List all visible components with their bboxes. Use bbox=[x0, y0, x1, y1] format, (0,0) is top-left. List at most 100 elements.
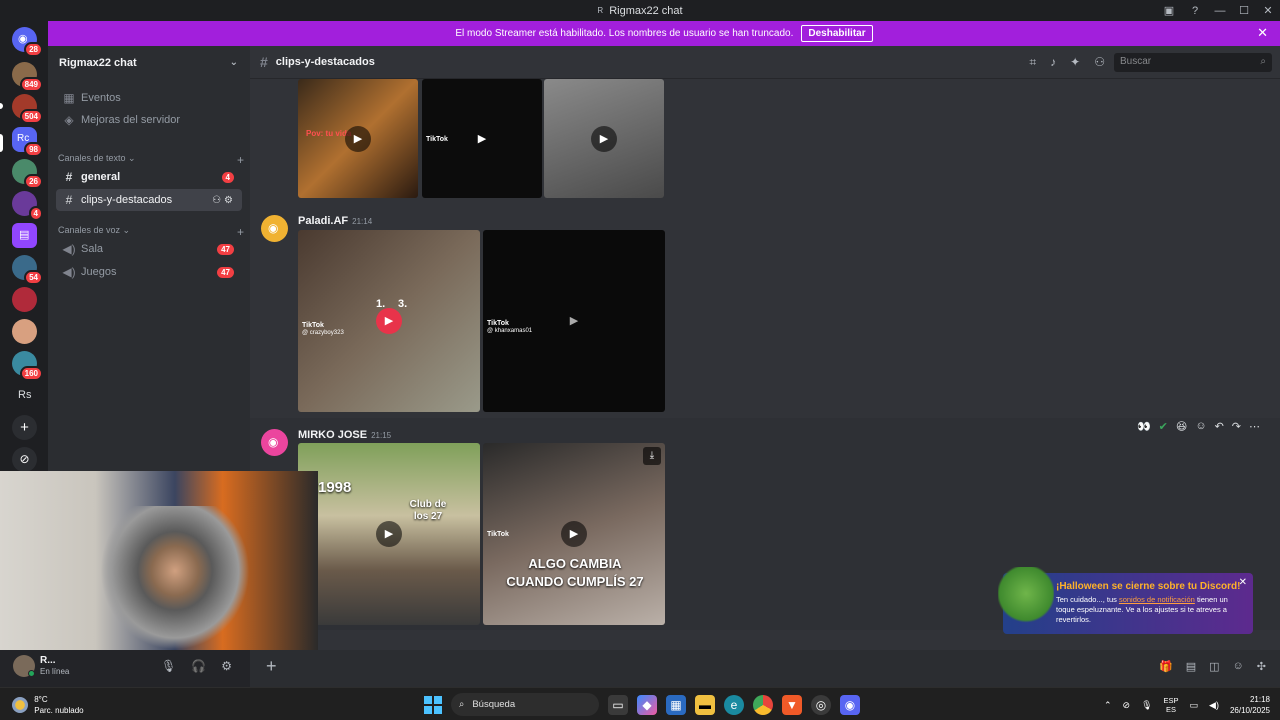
pin-icon[interactable]: ✦ bbox=[1070, 55, 1080, 70]
halloween-notification[interactable]: ¡Halloween se cierne sobre tu Discord! T… bbox=[998, 567, 1253, 634]
display-icon[interactable]: ▭ bbox=[1190, 700, 1199, 711]
network-off-icon[interactable]: ⊘ bbox=[1123, 700, 1131, 711]
server-icon[interactable]: 54 bbox=[12, 255, 43, 285]
message-author[interactable]: Paladi.AF 21:14 bbox=[298, 215, 372, 227]
gift-icon[interactable]: 🎁 bbox=[1159, 660, 1173, 673]
play-icon[interactable]: ▶ bbox=[345, 125, 371, 152]
author-name[interactable]: MIRKO JOSE bbox=[298, 429, 367, 441]
add-reaction-icon[interactable]: ☺ bbox=[1195, 420, 1206, 433]
server-icon[interactable] bbox=[12, 287, 37, 312]
server-rs[interactable]: Rs bbox=[12, 383, 37, 408]
file-explorer-icon[interactable]: ▬ bbox=[695, 694, 715, 715]
username[interactable]: R... bbox=[40, 655, 56, 666]
server-rc[interactable]: Rc 98 bbox=[12, 127, 43, 157]
disable-streamer-button[interactable]: Deshabilitar bbox=[801, 25, 873, 42]
tray-chevron-icon[interactable]: ⌃ bbox=[1104, 700, 1112, 711]
invite-and-settings-icons[interactable]: ⚇⚙ bbox=[212, 195, 236, 206]
author-name[interactable]: Paladi.AF bbox=[298, 215, 348, 227]
microphone-icon[interactable]: 🎙 bbox=[1141, 700, 1152, 711]
check-reaction-icon[interactable]: ✔ bbox=[1159, 420, 1168, 433]
download-icon[interactable]: ⤓ bbox=[643, 447, 661, 465]
play-icon[interactable]: ▶ bbox=[561, 521, 587, 547]
channel-clips-y-destacados[interactable]: # clips-y-destacados ⚇⚙ bbox=[56, 189, 242, 211]
video-embed[interactable]: TikTok ALGO CAMBIA CUANDO CUMPLÍS 27 ⤓ ▶ bbox=[483, 443, 665, 625]
mention-badge: 4 bbox=[28, 206, 43, 221]
edge-icon[interactable]: e bbox=[724, 694, 744, 715]
chrome-icon[interactable] bbox=[753, 694, 773, 715]
video-embed[interactable]: TikTok ▶ bbox=[422, 79, 542, 198]
play-icon[interactable]: ▶ bbox=[469, 126, 495, 152]
task-view-icon[interactable]: ▭ bbox=[608, 694, 628, 715]
text-category[interactable]: Canales de texto ⌄ + bbox=[58, 153, 244, 167]
server-icon[interactable]: 160 bbox=[12, 351, 43, 381]
add-channel-icon[interactable]: + bbox=[237, 153, 244, 167]
video-embed[interactable]: 1. 3. TikTok @ crazyboy323 ▶ bbox=[298, 230, 480, 412]
play-icon[interactable]: ▶ bbox=[561, 308, 587, 334]
toast-close-icon[interactable]: ✕ bbox=[1239, 577, 1247, 588]
voice-channel-sala[interactable]: ◀) Sala 47 bbox=[56, 238, 242, 260]
bell-icon[interactable]: ♪ bbox=[1050, 55, 1056, 70]
sticker-icon[interactable]: ◫ bbox=[1209, 660, 1219, 673]
events-item[interactable]: ▦ Eventos bbox=[56, 87, 242, 109]
weather-widget[interactable]: 8°C Parc. nublado bbox=[12, 694, 84, 716]
clock[interactable]: 21:18 26/10/2025 bbox=[1230, 694, 1270, 716]
twitch-server[interactable]: ▤ bbox=[12, 223, 37, 248]
server-icon[interactable]: 849 bbox=[12, 62, 43, 92]
reply-icon[interactable]: ↶ bbox=[1215, 420, 1224, 433]
app-icon[interactable]: ◎ bbox=[811, 694, 831, 715]
gif-icon[interactable]: ▤ bbox=[1186, 660, 1196, 673]
volume-icon[interactable]: ◀) bbox=[1209, 700, 1219, 711]
server-boost-item[interactable]: ◈ Mejoras del servidor bbox=[56, 109, 242, 131]
play-icon[interactable]: ▶ bbox=[376, 521, 402, 547]
banner-close-icon[interactable]: ✕ bbox=[1257, 25, 1268, 41]
server-icon[interactable]: 4 bbox=[12, 191, 43, 221]
attach-plus-icon[interactable]: + bbox=[266, 656, 277, 677]
maximize-button[interactable]: ☐ bbox=[1232, 4, 1256, 17]
server-icon[interactable]: 504 bbox=[12, 94, 43, 124]
brave-icon[interactable]: ▼ bbox=[782, 694, 802, 715]
video-embed[interactable]: ▶ bbox=[544, 79, 664, 198]
forward-icon[interactable]: ↷ bbox=[1232, 420, 1241, 433]
message-author[interactable]: MIRKO JOSE 21:15 bbox=[298, 429, 391, 441]
more-icon[interactable]: ⋯ bbox=[1249, 420, 1260, 433]
help-icon[interactable]: ? bbox=[1182, 5, 1208, 17]
server-icon[interactable]: 26 bbox=[12, 159, 43, 189]
explore-servers-button[interactable]: ⊘ bbox=[12, 447, 37, 472]
minimize-button[interactable]: — bbox=[1208, 5, 1232, 17]
search-input[interactable]: Buscar ⌕ bbox=[1114, 53, 1272, 72]
play-icon[interactable]: ▶ bbox=[376, 308, 402, 334]
copilot-icon[interactable]: ◆ bbox=[637, 694, 657, 715]
server-header[interactable]: Rigmax22 chat ⌄ bbox=[48, 46, 250, 79]
video-embed[interactable]: TikTok @ khanxamas01 ▶ bbox=[483, 230, 665, 412]
store-icon[interactable]: ▦ bbox=[666, 694, 686, 715]
channel-general[interactable]: # general 4 bbox=[56, 166, 242, 188]
close-window-button[interactable]: ✕ bbox=[1256, 4, 1280, 17]
video-embed[interactable]: 1998 Club de los 27 ▶ bbox=[298, 443, 480, 625]
microphone-icon[interactable]: 🎙 bbox=[161, 659, 176, 673]
language-indicator[interactable]: ESP ES bbox=[1164, 696, 1179, 714]
taskbar-search[interactable]: ⌕ Búsqueda bbox=[451, 693, 599, 716]
threads-icon[interactable]: ⌗ bbox=[1029, 55, 1036, 70]
avatar[interactable]: ◉ bbox=[261, 429, 288, 456]
voice-channel-juegos[interactable]: ◀) Juegos 47 bbox=[56, 261, 242, 283]
inbox-icon[interactable]: ▣ bbox=[1156, 4, 1182, 17]
emoji-icon[interactable]: ☺ bbox=[1233, 660, 1244, 673]
video-embed[interactable]: Pov: tu vida ▶ bbox=[298, 79, 418, 198]
discord-home-button[interactable]: ◉ 28 bbox=[12, 27, 43, 57]
play-icon[interactable]: ▶ bbox=[591, 125, 617, 152]
members-icon[interactable]: ⚇ bbox=[1094, 55, 1105, 70]
start-button[interactable] bbox=[424, 695, 442, 714]
eyes-reaction-icon[interactable]: 👀 bbox=[1137, 420, 1151, 433]
voice-category[interactable]: Canales de voz ⌄ + bbox=[58, 225, 244, 239]
discord-taskbar-icon[interactable]: ◉ bbox=[840, 694, 860, 715]
add-channel-icon[interactable]: + bbox=[237, 225, 244, 239]
message-composer[interactable]: + 🎁 ▤ ◫ ☺ ✣ bbox=[250, 650, 1280, 687]
laugh-reaction-icon[interactable]: 😆 bbox=[1176, 420, 1187, 433]
notification-sounds-link[interactable]: sonidos de notificación bbox=[1119, 595, 1195, 604]
avatar[interactable]: ◉ bbox=[261, 215, 288, 242]
gear-icon[interactable]: ⚙ bbox=[221, 659, 232, 673]
headphones-icon[interactable]: 🎧 bbox=[191, 659, 206, 673]
apps-icon[interactable]: ✣ bbox=[1257, 660, 1266, 673]
add-server-button[interactable]: + bbox=[12, 415, 37, 440]
server-icon[interactable] bbox=[12, 319, 37, 344]
